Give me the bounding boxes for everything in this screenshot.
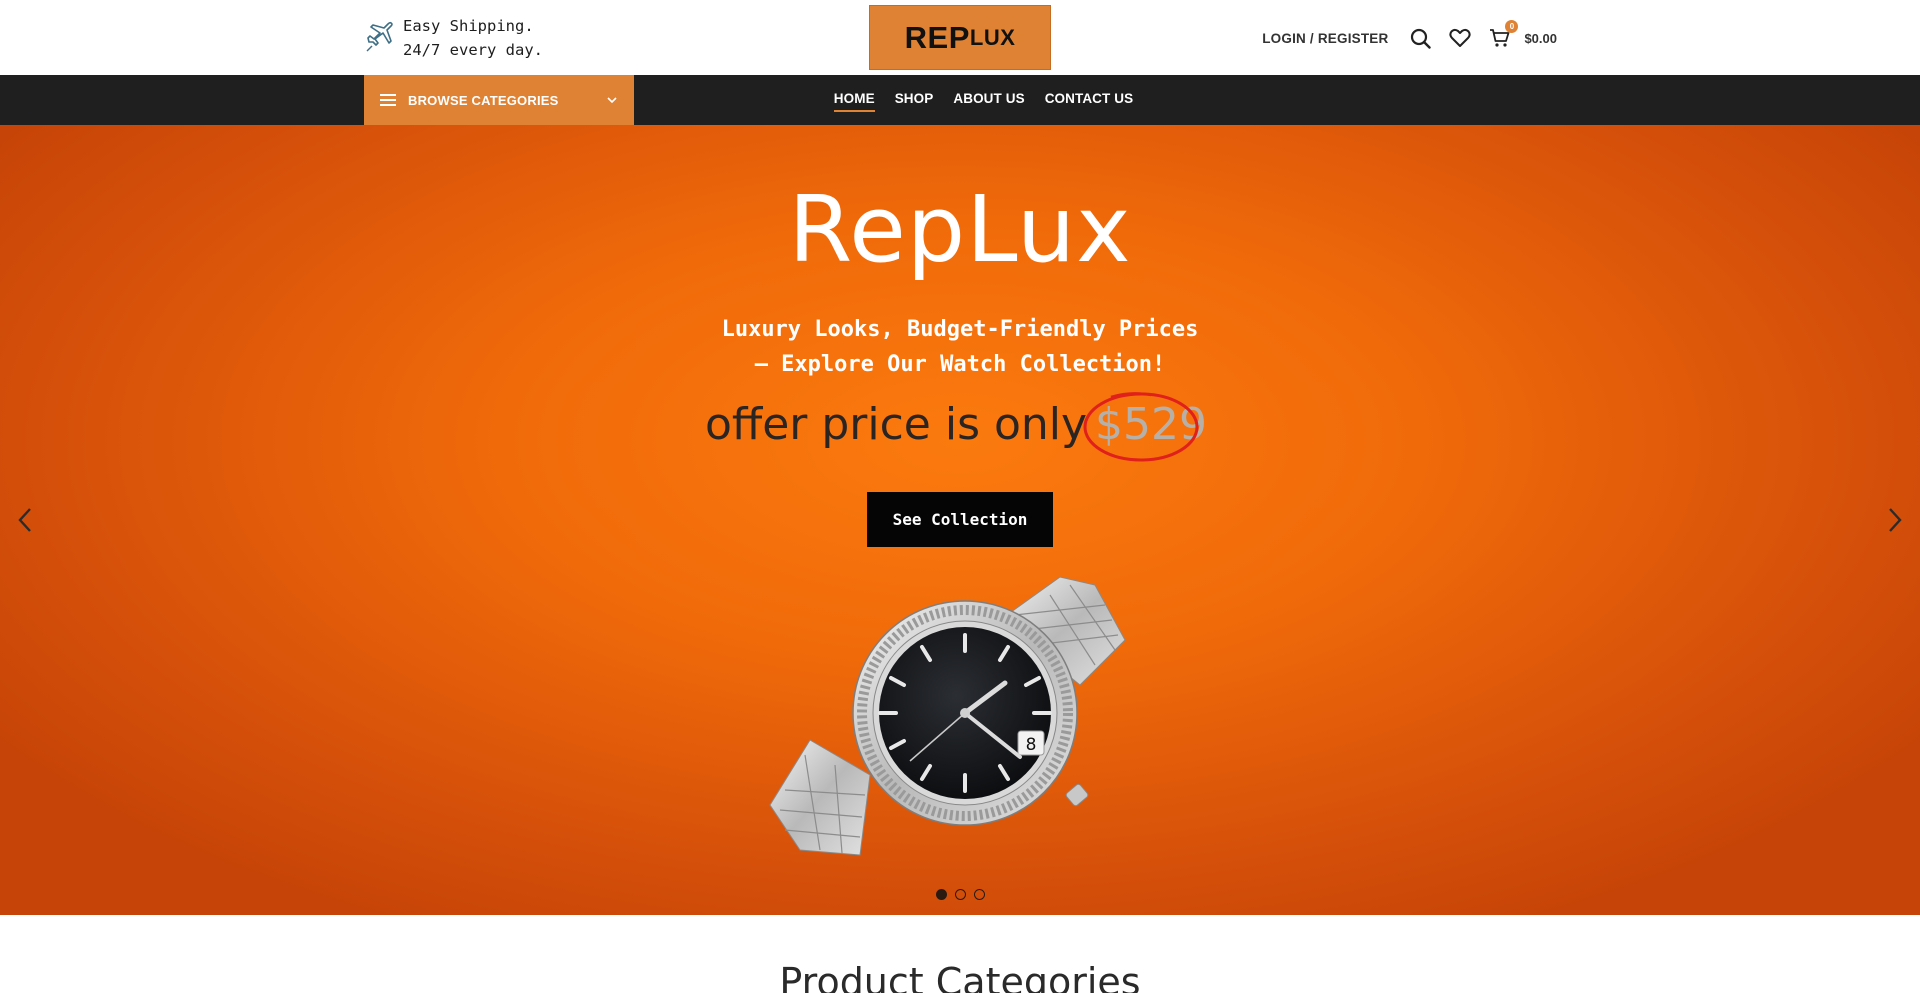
logo-rep-text: REP <box>904 19 970 55</box>
slider-prev-arrow-icon[interactable] <box>14 505 36 535</box>
price-circle-highlight <box>1083 392 1199 462</box>
svg-text:8: 8 <box>1026 735 1037 755</box>
main-navbar: BROWSE CATEGORIES HOME SHOP ABOUT US CON… <box>0 75 1920 125</box>
header-actions: LOGIN / REGISTER 0 $0.00 <box>1262 20 1557 56</box>
plane-icon <box>366 21 393 52</box>
nav-about-us[interactable]: ABOUT US <box>953 91 1024 109</box>
logo-lux-text: LUX <box>969 24 1016 50</box>
offer-line: offer price is only $529 <box>0 392 1920 462</box>
main-menu: HOME SHOP ABOUT US CONTACT US <box>0 75 1920 125</box>
hero-subtitle-line-2: – Explore Our Watch Collection! <box>754 352 1166 377</box>
wishlist-button[interactable] <box>1448 26 1472 50</box>
nav-contact-us[interactable]: CONTACT US <box>1045 91 1134 109</box>
slider-dot-1[interactable] <box>935 889 947 900</box>
slider-dot-3[interactable] <box>973 889 985 900</box>
product-categories-heading: Product Categories <box>779 960 1141 993</box>
watch-product-image: 8 <box>769 576 1126 856</box>
search-button[interactable] <box>1408 26 1432 50</box>
shipping-info: Easy Shipping. 24/7 every day. <box>363 14 543 62</box>
shipping-line-2: 24/7 every day. <box>403 41 543 59</box>
cart-button[interactable]: 0 <box>1488 20 1519 50</box>
search-icon <box>1410 28 1431 49</box>
shipping-line-1: Easy Shipping. <box>403 17 534 35</box>
heart-icon <box>1449 28 1472 47</box>
nav-shop[interactable]: SHOP <box>895 91 934 109</box>
slider-next-arrow-icon[interactable] <box>1884 505 1906 535</box>
cart-total[interactable]: $0.00 <box>1524 31 1557 46</box>
see-collection-button[interactable]: See Collection <box>867 492 1053 547</box>
hero-slider: RepLux Luxury Looks, Budget-Friendly Pri… <box>0 125 1920 915</box>
offer-price-wrap: $529 <box>1083 392 1215 462</box>
slider-dots <box>0 889 1920 900</box>
offer-text: offer price is only <box>704 399 1088 450</box>
nav-home[interactable]: HOME <box>833 91 875 112</box>
site-logo[interactable]: REP LUX <box>869 5 1051 70</box>
hero-title: RepLux <box>788 176 1132 283</box>
hero-subtitle: Luxury Looks, Budget-Friendly Prices – E… <box>0 312 1920 382</box>
hero-subtitle-line-1: Luxury Looks, Budget-Friendly Prices <box>721 317 1199 342</box>
top-header: Easy Shipping. 24/7 every day. REP LUX LO… <box>0 0 1920 75</box>
cart-count-badge: 0 <box>1505 20 1519 33</box>
login-register-link[interactable]: LOGIN / REGISTER <box>1262 31 1388 46</box>
slider-dot-2[interactable] <box>954 889 966 900</box>
